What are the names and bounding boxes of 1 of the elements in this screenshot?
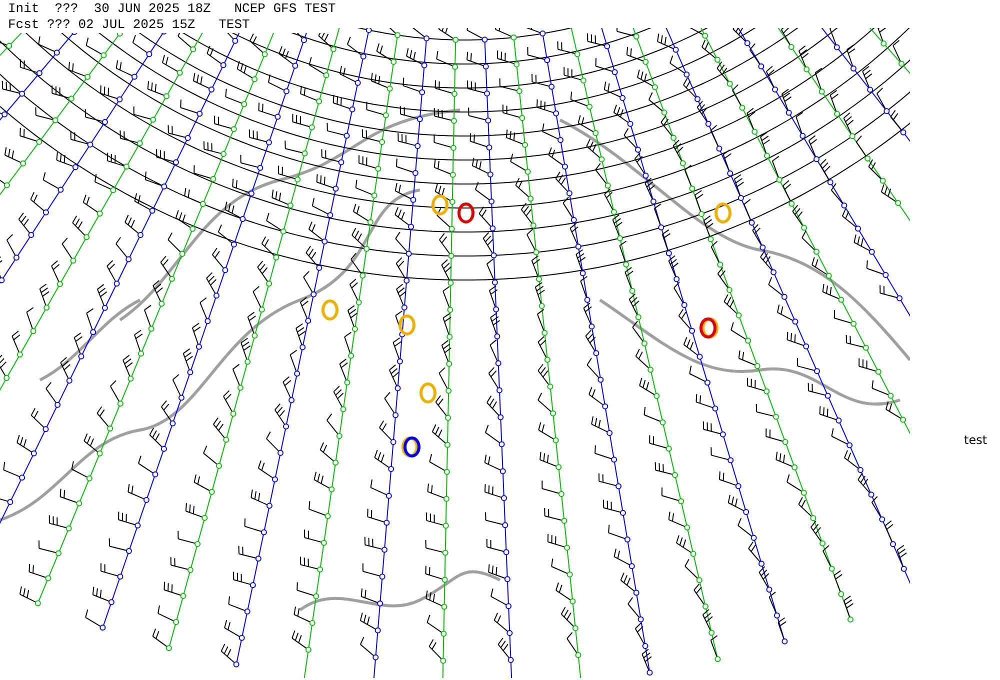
side-label: test	[964, 433, 988, 447]
